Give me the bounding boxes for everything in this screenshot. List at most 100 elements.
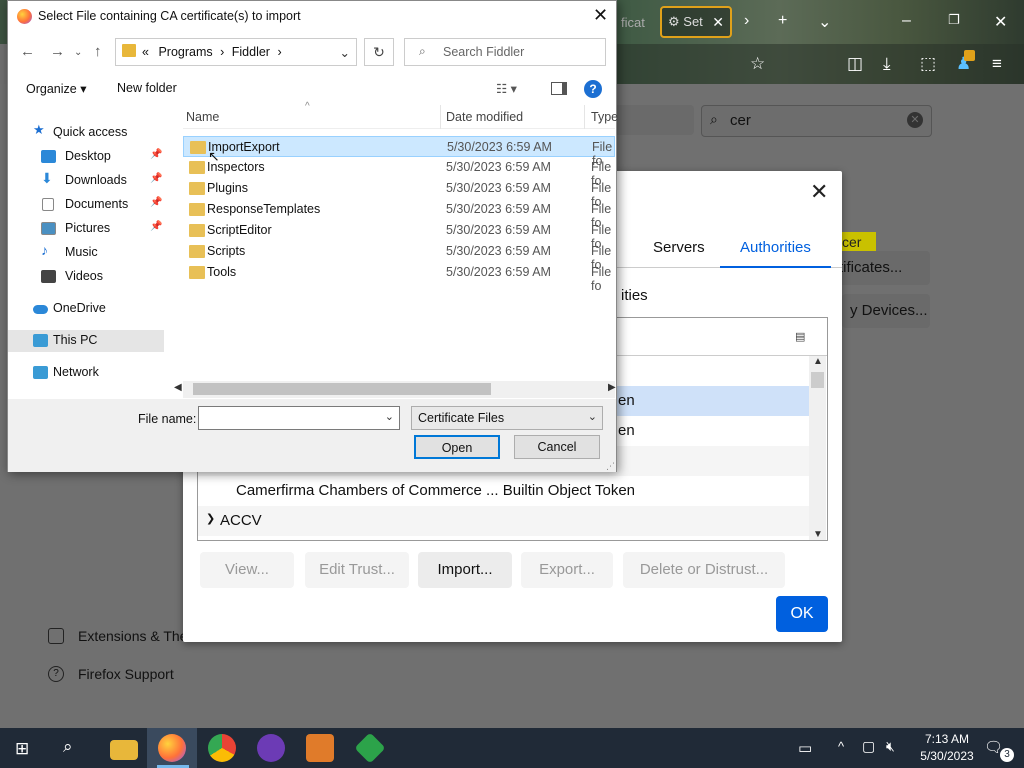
help-icon[interactable]: ? <box>584 80 602 98</box>
nav-downloads[interactable]: ⬇ Downloads 📌 <box>8 170 164 192</box>
pin-icon[interactable]: 📌 <box>150 221 162 232</box>
tab-close-icon[interactable]: ✕ <box>712 14 724 31</box>
tab-authorities[interactable]: Authorities <box>720 239 831 268</box>
delete-distrust-button[interactable]: Delete or Distrust... <box>623 552 785 588</box>
organize-button[interactable]: Organize ▾ <box>26 81 86 96</box>
column-date-modified[interactable]: Date modified <box>446 110 523 124</box>
breadcrumb-fiddler[interactable]: Fiddler <box>232 45 270 59</box>
tree-row[interactable]: Camerfirma Chambers of Commerce ... Buil… <box>198 476 809 506</box>
address-bar[interactable]: « Programs › Fiddler › ⌄ <box>115 38 357 66</box>
nav-quick-access[interactable]: ★ Quick access <box>8 122 164 144</box>
menu-icon[interactable]: ≡ <box>992 54 1002 74</box>
export-button[interactable]: Export... <box>521 552 613 588</box>
nav-music[interactable]: ♪ Music <box>8 242 164 264</box>
scroll-down-icon[interactable]: ▼ <box>813 529 823 540</box>
file-row[interactable]: Scripts 5/30/2023 6:59 AM File fo <box>183 241 615 272</box>
chevron-down-icon[interactable]: ⌄ <box>340 45 350 60</box>
clock[interactable]: 7:13 AM 5/30/2023 <box>912 731 982 765</box>
network-icon[interactable]: ▢ <box>862 738 875 755</box>
pin-icon[interactable]: 📌 <box>150 173 162 184</box>
tab-list-icon[interactable]: ⌄ <box>818 12 831 32</box>
column-picker-icon[interactable]: ▤ <box>795 330 805 343</box>
windows-start-icon[interactable]: ⊞ <box>15 739 29 759</box>
scroll-thumb[interactable] <box>193 383 491 395</box>
news-icon[interactable]: ▭ <box>798 739 812 757</box>
file-row[interactable]: ResponseTemplates 5/30/2023 6:59 AM File… <box>183 199 615 230</box>
tree-group-accv[interactable]: ❯ ACCV <box>198 506 809 536</box>
tab-scroll-right-icon[interactable]: › <box>744 12 749 30</box>
ok-button[interactable]: OK <box>776 596 828 632</box>
sidebar-support-link[interactable]: Firefox Support <box>78 666 174 682</box>
recent-chevron-icon[interactable]: ⌄ <box>74 47 82 58</box>
close-icon[interactable]: ✕ <box>593 5 608 26</box>
import-button[interactable]: Import... <box>418 552 512 588</box>
file-type-select[interactable]: Certificate Files ⌄ <box>411 406 603 430</box>
pin-icon[interactable]: 📌 <box>150 149 162 160</box>
column-type[interactable]: Type <box>591 110 618 124</box>
refresh-icon[interactable]: ↻ <box>364 38 394 66</box>
firefox-tab-fragment[interactable]: ficat <box>621 15 645 30</box>
back-arrow-icon[interactable]: ← <box>20 43 35 60</box>
breadcrumb-programs[interactable]: Programs <box>158 45 212 59</box>
volume-muted-icon[interactable]: 🔇︎ <box>886 738 895 755</box>
new-tab-icon[interactable]: + <box>778 12 787 30</box>
minimize-icon[interactable]: – <box>902 12 911 30</box>
file-row[interactable]: ScriptEditor 5/30/2023 6:59 AM File fo <box>183 220 615 251</box>
nav-videos[interactable]: Videos <box>8 266 164 288</box>
file-row[interactable]: Tools 5/30/2023 6:59 AM File fo <box>183 262 615 293</box>
chrome-icon[interactable] <box>208 734 236 762</box>
mask-app-icon[interactable] <box>257 734 285 762</box>
bookmark-star-icon[interactable]: ☆ <box>750 54 765 74</box>
file-explorer-icon[interactable] <box>110 740 138 760</box>
column-name[interactable]: Name <box>186 110 219 124</box>
preview-pane-icon[interactable] <box>551 82 567 95</box>
search-icon[interactable]: ⌕ <box>63 737 73 757</box>
scroll-up-icon[interactable]: ▲ <box>813 356 823 367</box>
extensions-icon[interactable]: ⬚ <box>920 54 936 74</box>
pin-icon[interactable]: 📌 <box>150 197 162 208</box>
nav-pictures[interactable]: Pictures 📌 <box>8 218 164 240</box>
pocket-icon[interactable]: ◫ <box>847 54 863 74</box>
dialog-close-icon[interactable]: ✕ <box>810 179 828 205</box>
resize-grip-icon[interactable]: ⋰ <box>606 461 615 472</box>
scroll-left-icon[interactable]: ◀ <box>174 382 182 393</box>
column-divider[interactable] <box>440 105 441 129</box>
view-options-icon[interactable]: ☷ ▾ <box>496 81 517 96</box>
breadcrumb-separator[interactable]: › <box>220 45 224 59</box>
file-row[interactable]: ImportExport 5/30/2023 6:59 AM File fo <box>183 136 615 168</box>
breadcrumb-separator[interactable]: › <box>277 45 281 59</box>
downloads-icon[interactable]: ⤓ <box>883 54 891 74</box>
nav-this-pc[interactable]: This PC <box>8 330 164 352</box>
scroll-right-icon[interactable]: ▶ <box>608 382 616 393</box>
nav-documents[interactable]: Documents 📌 <box>8 194 164 216</box>
file-name-input[interactable]: ⌄ <box>198 406 400 430</box>
cancel-button[interactable]: Cancel <box>514 435 600 459</box>
forward-arrow-icon[interactable]: → <box>50 43 65 60</box>
security-devices-button[interactable]: y Devices... <box>842 294 930 328</box>
view-certificates-button[interactable]: rtificates... <box>830 251 930 285</box>
tree-scrollbar[interactable]: ▲ ▼ <box>809 356 826 540</box>
file-row[interactable]: Plugins 5/30/2023 6:59 AM File fo <box>183 178 615 209</box>
tab-servers[interactable]: Servers <box>653 239 705 256</box>
sidebar-extensions-link[interactable]: Extensions & The <box>78 628 187 644</box>
up-arrow-icon[interactable]: ↑ <box>94 43 102 60</box>
restore-icon[interactable]: ❐ <box>948 12 960 28</box>
nav-onedrive[interactable]: OneDrive <box>8 298 164 320</box>
nav-desktop[interactable]: Desktop 📌 <box>8 146 164 168</box>
path-overflow[interactable]: « <box>142 45 149 59</box>
firefox-settings-tab[interactable]: ⚙ Set ✕ <box>660 6 732 38</box>
xampp-icon[interactable] <box>306 734 334 762</box>
column-divider[interactable] <box>584 105 585 129</box>
firefox-icon[interactable] <box>158 734 186 762</box>
new-folder-button[interactable]: New folder <box>117 81 177 95</box>
edit-trust-button[interactable]: Edit Trust... <box>305 552 409 588</box>
chevron-down-icon[interactable]: ⌄ <box>385 410 394 423</box>
view-button[interactable]: View... <box>200 552 294 588</box>
window-close-icon[interactable]: ✕ <box>994 12 1007 32</box>
show-hidden-icons-icon[interactable]: ^ <box>838 739 844 754</box>
nav-network[interactable]: Network <box>8 362 164 384</box>
settings-search-input[interactable]: ⌕ cer ✕ <box>701 105 932 137</box>
file-row[interactable]: Inspectors 5/30/2023 6:59 AM File fo <box>183 157 615 188</box>
scroll-thumb[interactable] <box>811 372 824 388</box>
search-input[interactable]: ⌕ Search Fiddler <box>404 38 606 66</box>
